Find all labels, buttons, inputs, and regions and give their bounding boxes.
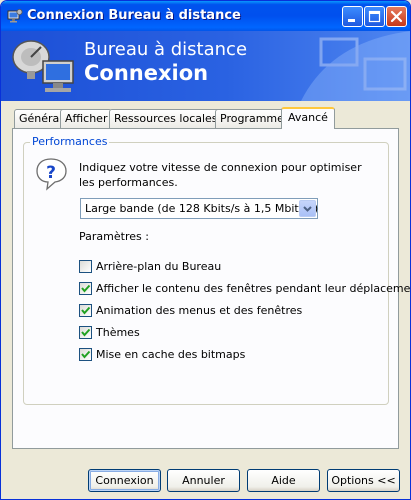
header-banner: Bureau à distance Connexion — [1, 31, 410, 101]
tab-ressources-locales[interactable]: Ressources locales — [109, 109, 223, 128]
title-bar[interactable]: Connexion Bureau à distance — [1, 1, 410, 31]
minimize-button[interactable] — [342, 6, 363, 27]
checkmark-icon — [81, 328, 91, 337]
banner-title-line1: Bureau à distance — [84, 39, 248, 60]
checkbox[interactable] — [79, 260, 92, 273]
option-label: Thèmes — [96, 326, 140, 339]
maximize-button[interactable] — [364, 6, 385, 27]
dropdown-button[interactable] — [299, 200, 316, 217]
checkmark-icon — [81, 350, 91, 359]
remote-desktop-window: Connexion Bureau à distance Bureau à dis — [0, 0, 411, 500]
connection-speed-value: Large bande (de 128 Kbits/s à 1,5 Mbits/… — [85, 202, 319, 215]
close-icon — [390, 10, 403, 23]
option-label: Afficher le contenu des fenêtres pendant… — [96, 282, 411, 295]
connection-speed-select[interactable]: Large bande (de 128 Kbits/s à 1,5 Mbits/… — [80, 198, 318, 219]
connect-button[interactable]: Connexion — [88, 469, 161, 492]
option-label: Arrière-plan du Bureau — [96, 260, 222, 273]
checkmark-icon — [81, 284, 91, 293]
svg-text:?: ? — [46, 163, 56, 183]
parameters-label: Paramètres : — [79, 230, 149, 243]
remote-desktop-icon — [7, 9, 23, 23]
checkbox[interactable] — [79, 326, 92, 339]
checkbox[interactable] — [79, 348, 92, 361]
close-button[interactable] — [386, 6, 407, 27]
maximize-icon — [368, 10, 381, 23]
banner-decoration — [301, 31, 410, 101]
chevron-down-icon — [303, 206, 312, 212]
option-label: Animation des menus et des fenêtres — [96, 304, 303, 317]
banner-title-line2: Connexion — [84, 61, 209, 85]
question-bubble-icon: ? — [36, 158, 67, 191]
performance-group: Performances ? Indiquez votre vitesse de… — [23, 135, 410, 405]
minimize-icon — [348, 19, 355, 22]
speed-description: Indiquez votre vitesse de connexion pour… — [79, 161, 362, 189]
options-button[interactable]: Options << — [327, 469, 400, 492]
window-title: Connexion Bureau à distance — [27, 8, 241, 23]
option-label: Mise en cache des bitmaps — [96, 348, 246, 361]
checkbox[interactable] — [79, 282, 92, 295]
tab-afficher[interactable]: Afficher — [60, 109, 113, 128]
cancel-button[interactable]: Annuler — [167, 469, 240, 492]
tab-avance[interactable]: Avancé — [281, 107, 335, 129]
help-button[interactable]: Aide — [247, 469, 320, 492]
tab-panel-avance: Performances ? Indiquez votre vitesse de… — [12, 128, 410, 449]
computer-satellite-icon — [12, 40, 74, 92]
checkmark-icon — [81, 306, 91, 315]
checkbox[interactable] — [79, 304, 92, 317]
performance-group-label: Performances — [30, 135, 110, 148]
